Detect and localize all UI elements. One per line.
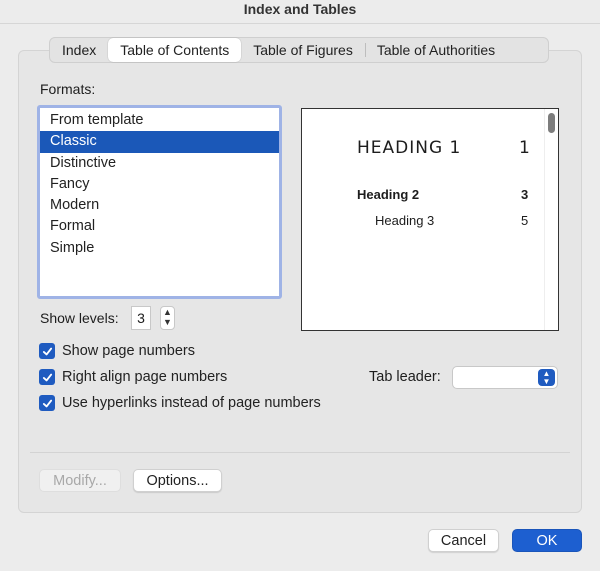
chevron-updown-icon[interactable]: ▲ ▼ [538, 369, 555, 386]
tab-leader-label: Tab leader: [369, 369, 441, 385]
tab-leader-select[interactable]: ▲ ▼ [452, 366, 558, 389]
format-item-fancy[interactable]: Fancy [40, 174, 279, 195]
hyperlinks-label: Use hyperlinks instead of page numbers [62, 395, 321, 411]
right-align-label: Right align page numbers [62, 369, 228, 385]
tab-index[interactable]: Index [50, 38, 108, 62]
show-page-numbers-checkbox[interactable] [39, 343, 55, 359]
format-item-classic[interactable]: Classic [40, 131, 279, 153]
preview-heading-3-page: 5 [521, 213, 529, 228]
show-levels-stepper[interactable]: ▲ ▼ [160, 306, 175, 330]
preview-heading-1-page: 1 [519, 138, 530, 158]
tab-table-of-authorities[interactable]: Table of Authorities [364, 38, 507, 62]
tab-table-of-contents[interactable]: Table of Contents [108, 38, 242, 62]
format-item-simple[interactable]: Simple [40, 238, 279, 259]
preview-scroll-track[interactable] [544, 109, 558, 330]
preview-heading-2: Heading 2 [357, 187, 420, 202]
show-page-numbers-label: Show page numbers [62, 343, 195, 359]
format-item-from-template[interactable]: From template [40, 110, 279, 131]
cancel-button[interactable]: Cancel [428, 529, 499, 552]
tab-table-of-figures[interactable]: Table of Figures [241, 38, 365, 62]
show-page-numbers-option[interactable]: Show page numbers [39, 342, 195, 360]
checkmark-icon [42, 373, 52, 381]
preview-scrollbar-thumb[interactable] [548, 113, 555, 133]
chevron-down-icon[interactable]: ▼ [161, 317, 174, 327]
hyperlinks-option[interactable]: Use hyperlinks instead of page numbers [39, 394, 321, 412]
hyperlinks-checkbox[interactable] [39, 395, 55, 411]
checkmark-icon [42, 399, 52, 407]
modify-button[interactable]: Modify... [39, 469, 121, 492]
ok-button[interactable]: OK [512, 529, 582, 552]
chevron-up-icon[interactable]: ▲ [161, 307, 174, 317]
format-item-formal[interactable]: Formal [40, 216, 279, 237]
preview-heading-1: HEADING 1 [357, 138, 462, 158]
show-levels-label: Show levels: [40, 310, 119, 326]
format-item-modern[interactable]: Modern [40, 195, 279, 216]
right-align-option[interactable]: Right align page numbers [39, 368, 227, 386]
right-align-checkbox[interactable] [39, 369, 55, 385]
show-levels-input[interactable]: 3 [131, 306, 151, 330]
checkmark-icon [42, 347, 52, 355]
formats-label: Formats: [40, 81, 96, 97]
tab-bar: Index Table of Contents Table of Figures… [49, 37, 549, 63]
toc-preview: HEADING 1 1 Heading 2 3 Heading 3 5 [301, 108, 559, 331]
format-item-distinctive[interactable]: Distinctive [40, 153, 279, 174]
options-button[interactable]: Options... [133, 469, 222, 492]
formats-list[interactable]: From template Classic Distinctive Fancy … [37, 105, 282, 299]
preview-heading-3: Heading 3 [375, 213, 435, 228]
window-title: Index and Tables [0, 0, 600, 24]
preview-heading-2-page: 3 [521, 187, 529, 202]
divider [30, 452, 570, 453]
